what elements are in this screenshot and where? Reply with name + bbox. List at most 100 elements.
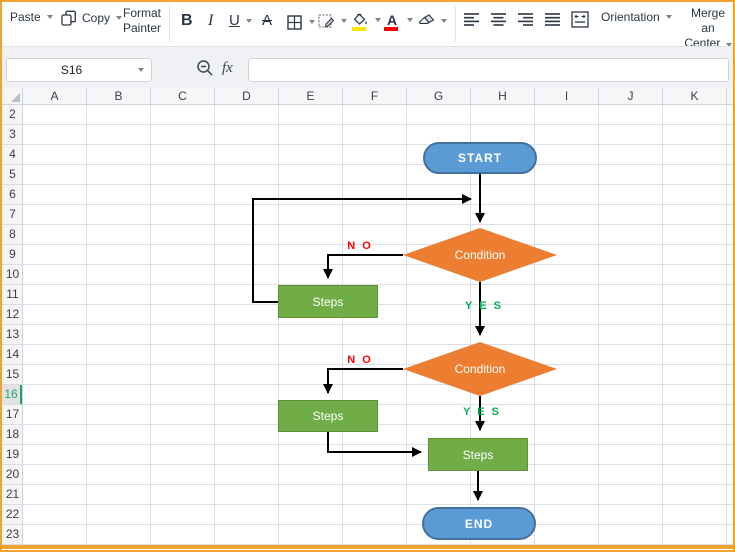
chevron-down-icon — [138, 68, 144, 72]
sheet-grid[interactable] — [23, 105, 733, 545]
font-color-button[interactable]: A — [383, 10, 413, 31]
chevron-down-icon — [309, 20, 315, 24]
flow-node-steps2[interactable]: Steps — [278, 400, 378, 432]
row-header-18[interactable]: 18 — [2, 425, 22, 445]
flow-node-steps1-label: Steps — [312, 294, 344, 309]
row-header-17[interactable]: 17 — [2, 405, 22, 425]
chevron-down-icon — [116, 16, 123, 20]
column-header-F[interactable]: F — [343, 88, 407, 104]
column-header-B[interactable]: B — [87, 88, 151, 104]
ribbon-separator — [169, 6, 170, 42]
row-header-9[interactable]: 9 — [2, 245, 22, 265]
justify-button[interactable] — [545, 13, 561, 26]
row-header-13[interactable]: 13 — [2, 325, 22, 345]
ribbon-separator — [455, 6, 456, 42]
row-header-8[interactable]: 8 — [2, 225, 22, 245]
row-header-16[interactable]: 16 — [2, 385, 22, 405]
format-painter-button[interactable]: Format Painter — [123, 6, 161, 36]
align-center-icon — [491, 13, 506, 26]
row-header-23[interactable]: 23 — [2, 525, 22, 545]
font-color-icon: A — [383, 10, 401, 31]
row-header-15[interactable]: 15 — [2, 365, 22, 385]
column-header-I[interactable]: I — [535, 88, 599, 104]
paste-label: Paste — [10, 10, 41, 24]
row-header-5[interactable]: 5 — [2, 165, 22, 185]
column-headers: ABCDEFGHIJK — [23, 88, 733, 105]
bold-button[interactable]: B — [181, 12, 193, 30]
underline-button[interactable]: U — [229, 12, 252, 29]
chevron-down-icon — [407, 18, 413, 22]
align-left-icon — [464, 13, 479, 26]
name-box[interactable]: S16 — [6, 58, 152, 82]
font-color-chip — [384, 27, 398, 31]
fill-color-button[interactable] — [351, 10, 381, 31]
chevron-down-icon — [46, 15, 53, 19]
formula-input[interactable] — [248, 58, 729, 82]
align-right-button[interactable] — [518, 13, 534, 26]
column-header-G[interactable]: G — [407, 88, 471, 104]
row-header-14[interactable]: 14 — [2, 345, 22, 365]
strikethrough-button[interactable]: A — [262, 12, 272, 29]
flow-node-steps3-label: Steps — [462, 447, 494, 462]
row-header-7[interactable]: 7 — [2, 205, 22, 225]
paste-button[interactable]: Paste — [10, 10, 53, 24]
flow-node-steps1[interactable]: Steps — [278, 285, 378, 318]
wrap-text-icon — [571, 11, 589, 28]
row-header-3[interactable]: 3 — [2, 125, 22, 145]
row-header-20[interactable]: 20 — [2, 465, 22, 485]
flow-node-condition2-label: Condition — [454, 362, 506, 376]
column-header-A[interactable]: A — [23, 88, 87, 104]
row-header-11[interactable]: 11 — [2, 285, 22, 305]
merge-center-button[interactable]: Merge an Center — [683, 6, 733, 51]
row-header-2[interactable]: 2 — [2, 105, 22, 125]
row-headers: 2 3 4 5 6 7 8 9 10 11 12 13 14 15 16 17 18 19 20 21 22 23 — [2, 105, 23, 545]
edge-label-no1: N O — [347, 240, 373, 252]
eraser-button[interactable] — [417, 11, 447, 31]
italic-icon: I — [208, 12, 214, 29]
name-box-value: S16 — [60, 63, 83, 77]
column-header-E[interactable]: E — [279, 88, 343, 104]
draw-border-button[interactable] — [317, 11, 347, 31]
draw-border-icon — [317, 11, 335, 31]
select-all-corner[interactable] — [2, 88, 23, 105]
row-header-6[interactable]: 6 — [2, 185, 22, 205]
flow-node-steps3[interactable]: Steps — [428, 438, 528, 471]
spreadsheet-window: Paste Copy Format Painter B I U A A Orie… — [0, 0, 735, 552]
align-center-button[interactable] — [491, 13, 507, 26]
chevron-down-icon — [341, 19, 347, 23]
eraser-icon — [417, 11, 435, 31]
orientation-button[interactable]: Orientation — [601, 10, 672, 24]
row-header-22[interactable]: 22 — [2, 505, 22, 525]
window-bottom-border — [2, 545, 733, 549]
edge-label-yes1: Y E S — [465, 300, 503, 312]
chevron-down-icon — [441, 19, 447, 23]
row-header-10[interactable]: 10 — [2, 265, 22, 285]
column-header-K[interactable]: K — [663, 88, 727, 104]
borders-button[interactable] — [285, 12, 315, 32]
wrap-text-button[interactable] — [571, 11, 589, 28]
row-header-21[interactable]: 21 — [2, 485, 22, 505]
copy-icon — [60, 8, 78, 28]
fx-icon[interactable]: fx — [222, 60, 233, 77]
ribbon-toolbar: Paste Copy Format Painter B I U A A Orie… — [2, 2, 733, 50]
column-header-D[interactable]: D — [215, 88, 279, 104]
flow-node-start[interactable]: START — [423, 142, 537, 174]
row-header-4[interactable]: 4 — [2, 145, 22, 165]
align-right-icon — [518, 13, 533, 26]
italic-button[interactable]: I — [208, 12, 213, 30]
formula-bar: S16 fx — [2, 46, 733, 88]
strikethrough-icon: A — [262, 12, 273, 29]
flow-node-start-label: START — [457, 151, 503, 165]
zoom-out-icon[interactable] — [196, 59, 214, 82]
flow-node-end[interactable]: END — [422, 507, 536, 540]
column-header-J[interactable]: J — [599, 88, 663, 104]
merge-center-label: Merge an Center — [683, 6, 733, 51]
row-header-19[interactable]: 19 — [2, 445, 22, 465]
row-header-12[interactable]: 12 — [2, 305, 22, 325]
flow-node-condition1-label: Condition — [454, 248, 506, 262]
chevron-down-icon — [375, 18, 381, 22]
align-left-button[interactable] — [464, 13, 480, 26]
column-header-C[interactable]: C — [151, 88, 215, 104]
column-header-H[interactable]: H — [471, 88, 535, 104]
copy-button[interactable]: Copy — [60, 8, 123, 28]
